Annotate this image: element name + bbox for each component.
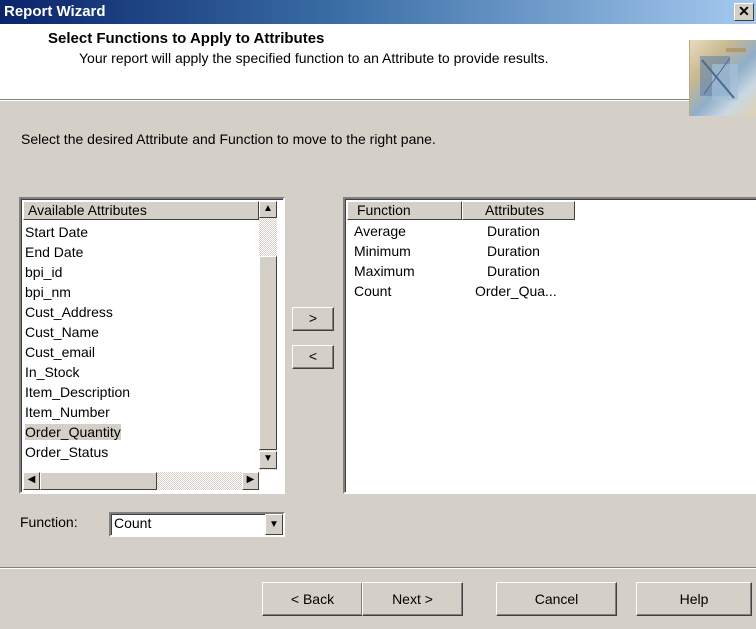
scroll-down-button[interactable]: ▼	[259, 451, 277, 469]
list-item[interactable]: Item_Number	[25, 402, 260, 422]
vertical-scrollbar[interactable]: ▲ ▼	[259, 201, 277, 470]
list-item[interactable]: Cust_Address	[25, 302, 260, 322]
function-dropdown-value: Count	[114, 515, 152, 531]
list-item[interactable]: bpi_nm	[25, 282, 260, 302]
title-bar[interactable]: Report Wizard ✕	[0, 0, 756, 24]
scroll-up-button[interactable]: ▲	[259, 201, 277, 218]
header-subtitle: Your report will apply the specified fun…	[79, 50, 549, 66]
add-function-button[interactable]: >	[292, 307, 334, 331]
cancel-button[interactable]: Cancel	[496, 582, 617, 616]
list-item[interactable]: Cust_email	[25, 342, 260, 362]
list-item[interactable]: Item_Description	[25, 382, 260, 402]
list-item-selected[interactable]: Order_Quantity	[25, 422, 260, 442]
list-item[interactable]: In_Stock	[25, 362, 260, 382]
table-row[interactable]: Count Order_Qua...	[354, 281, 557, 301]
table-row[interactable]: Average Duration	[354, 221, 557, 241]
dropdown-button[interactable]: ▼	[265, 514, 283, 535]
attributes-column-header[interactable]: Attributes	[462, 201, 575, 220]
wizard-graphic-icon	[689, 40, 756, 116]
list-item[interactable]: Order_Status	[25, 442, 260, 462]
back-button[interactable]: < Back	[262, 582, 363, 616]
horizontal-scroll-thumb[interactable]	[40, 472, 157, 490]
selected-functions-list[interactable]: Function Attributes Average Duration Mini…	[343, 197, 756, 494]
scroll-right-button[interactable]: ▶	[242, 472, 259, 490]
remove-function-button[interactable]: <	[292, 345, 334, 369]
scroll-up-icon: ▲	[263, 203, 273, 214]
function-dropdown[interactable]: Count ▼	[109, 512, 285, 537]
footer-separator	[0, 567, 756, 569]
instruction-text: Select the desired Attribute and Functio…	[21, 131, 436, 147]
scroll-down-icon: ▼	[263, 453, 273, 464]
chevron-down-icon: ▼	[269, 519, 279, 530]
vertical-scroll-thumb[interactable]	[259, 256, 277, 450]
list-item[interactable]: End Date	[25, 242, 260, 262]
list-item[interactable]: Cust_Name	[25, 322, 260, 342]
available-attributes-header[interactable]: Available Attributes	[23, 201, 259, 220]
scroll-left-icon: ◀	[27, 474, 36, 485]
horizontal-scrollbar[interactable]: ◀ ▶	[23, 472, 259, 490]
close-icon: ✕	[738, 3, 750, 19]
scroll-right-icon: ▶	[246, 474, 255, 485]
next-button[interactable]: Next >	[362, 582, 463, 616]
header-title: Select Functions to Apply to Attributes	[48, 30, 325, 47]
table-row[interactable]: Maximum Duration	[354, 261, 557, 281]
close-button[interactable]: ✕	[734, 3, 754, 21]
list-item[interactable]: Start Date	[25, 222, 260, 242]
available-attributes-list[interactable]: Available Attributes Start Date End Date…	[19, 197, 285, 494]
table-row[interactable]: Minimum Duration	[354, 241, 557, 261]
scroll-left-button[interactable]: ◀	[23, 472, 40, 490]
window-title: Report Wizard	[4, 3, 106, 20]
function-column-header[interactable]: Function	[347, 201, 462, 220]
list-item[interactable]: bpi_id	[25, 262, 260, 282]
help-button[interactable]: Help	[636, 582, 752, 616]
available-attributes-header-label: Available Attributes	[28, 202, 147, 218]
function-label: Function:	[20, 514, 78, 530]
